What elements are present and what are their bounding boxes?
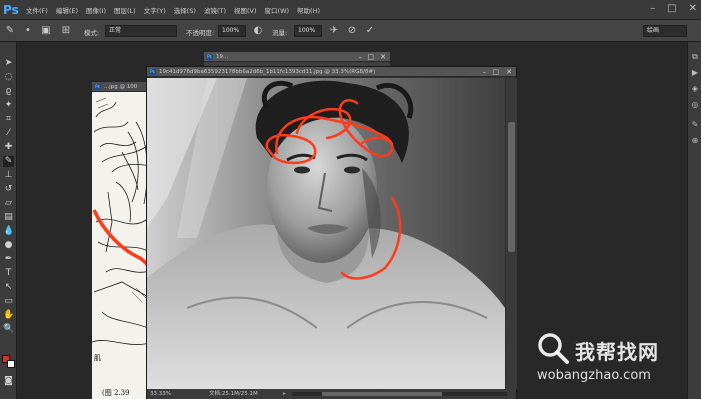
minimize-icon[interactable]: – [359, 52, 363, 62]
document-info: 文档:25.1M/25.1M [209, 391, 258, 397]
document-title-bar[interactable]: Ps 19c41d976d9ba635923178bb6a2d6b_1b11fc… [147, 67, 516, 77]
menu-type[interactable]: 文字(Y) [144, 5, 166, 15]
menu-bar: Ps 文件(F) 编辑(E) 图像(I) 图层(L) 文字(Y) 选择(S) 滤… [0, 0, 701, 20]
horizontal-scrollbar[interactable] [292, 392, 507, 396]
eyedropper-tool-icon[interactable]: ⁄ [3, 128, 14, 139]
portrait-photo [147, 78, 505, 389]
pressure-size-icon[interactable]: ✓ [364, 25, 376, 37]
channels-panel-icon[interactable]: ◎ [690, 100, 700, 110]
flow-label: 流量: [272, 29, 288, 37]
pressure-opacity-icon[interactable]: ◐ [252, 25, 264, 37]
status-bar: 33.33% 文档:25.1M/25.1M ▸ [147, 389, 516, 399]
blur-tool-icon[interactable]: 💧 [3, 226, 14, 237]
shape-tool-icon[interactable]: ▭ [3, 296, 14, 307]
brush-preset-icon[interactable]: ✎ [4, 25, 16, 37]
clone-stamp-tool-icon[interactable]: ⊥ [3, 170, 14, 181]
watermark-domain: wobangzhao.com [537, 368, 651, 383]
document-title: 19c41d976d9ba635923178bb6a2d6b_1b11fc139… [159, 69, 376, 75]
menu-file[interactable]: 文件(F) [26, 5, 48, 15]
quick-select-tool-icon[interactable]: ✦ [3, 100, 14, 111]
vertical-scrollbar[interactable] [506, 78, 517, 389]
anatomy-sketch-image: 肌 (图 2.39 [92, 92, 154, 399]
path-select-tool-icon[interactable]: ↖ [3, 282, 14, 293]
brush-size-icon[interactable]: • [22, 25, 34, 37]
opacity-label: 不透明度: [186, 29, 215, 37]
restore-icon[interactable]: □ [667, 3, 676, 14]
photoshop-logo: Ps [3, 3, 19, 17]
ps-document-icon: Ps [94, 84, 101, 90]
magnifier-icon [538, 333, 569, 364]
ps-document-icon: Ps [149, 69, 156, 75]
brush-panel-icon-right[interactable]: ✎ [690, 120, 700, 130]
menu-items: 文件(F) 编辑(E) 图像(I) 图层(L) 文字(Y) 选择(S) 滤镜(T… [26, 0, 320, 20]
document-title-bar[interactable]: Ps 19... [204, 52, 390, 62]
mode-select[interactable]: 正常 [105, 25, 177, 37]
anatomy-document-window[interactable]: Ps ...jpg @ 100 肌 (图 2.39 [92, 82, 154, 399]
flow-field[interactable]: 100% [294, 25, 322, 37]
actions-panel-icon[interactable]: ▶ [690, 68, 700, 78]
background-color-swatch[interactable] [7, 360, 15, 368]
brush-panel-icon[interactable]: ▣ [40, 25, 52, 37]
sample-icon[interactable]: ⊘ [346, 25, 358, 37]
menu-view[interactable]: 视图(V) [234, 5, 257, 15]
marquee-tool-icon[interactable]: ◌ [3, 72, 14, 83]
zoom-level[interactable]: 33.33% [150, 389, 171, 399]
opacity-field[interactable]: 100% [218, 25, 246, 37]
mode-label: 模式: [84, 29, 100, 37]
menu-filter[interactable]: 滤镜(T) [204, 5, 226, 15]
menu-edit[interactable]: 编辑(E) [56, 5, 78, 15]
menu-select[interactable]: 选择(S) [174, 5, 196, 15]
image-canvas[interactable] [147, 78, 505, 389]
eraser-tool-icon[interactable]: ▱ [3, 198, 14, 209]
pen-tool-icon[interactable]: ✒ [3, 254, 14, 265]
history-brush-tool-icon[interactable]: ↺ [3, 184, 14, 195]
dodge-tool-icon[interactable]: ● [3, 240, 14, 251]
hand-tool-icon[interactable]: ✋ [3, 310, 14, 321]
close-icon[interactable]: ✕ [689, 3, 697, 14]
minimize-icon[interactable]: – [650, 3, 655, 14]
restore-icon[interactable]: □ [367, 52, 374, 62]
anatomy-label: 肌 [94, 354, 101, 362]
gradient-tool-icon[interactable]: ▤ [3, 212, 14, 223]
zoom-tool-icon[interactable]: 🔍 [3, 324, 14, 335]
minimize-icon[interactable]: – [483, 67, 487, 77]
portrait-document-window[interactable]: Ps 19c41d976d9ba635923178bb6a2d6b_1b11fc… [146, 66, 517, 399]
scrollbar-thumb[interactable] [322, 392, 442, 396]
close-icon[interactable]: ✕ [506, 67, 512, 77]
crop-tool-icon[interactable]: ⌗ [3, 114, 14, 125]
watermark: 我帮找网 wobangzhao.com [535, 330, 695, 390]
menu-image[interactable]: 图像(I) [86, 5, 106, 15]
options-bar: ✎ • ▣ ⊞ 模式: 正常 不透明度: 100% ◐ 流量: 100% ✈ ⊘… [0, 20, 701, 42]
airbrush-icon[interactable]: ✈ [328, 25, 340, 37]
menu-help[interactable]: 帮助(H) [297, 5, 320, 15]
lasso-tool-icon[interactable]: ϱ [3, 86, 14, 97]
menu-window[interactable]: 窗口(W) [265, 5, 290, 15]
healing-tool-icon[interactable]: ✚ [3, 142, 14, 153]
clone-source-panel-icon[interactable]: ⊕ [690, 136, 700, 146]
ps-document-icon: Ps [206, 54, 213, 60]
window-controls: – □ ✕ [650, 3, 697, 14]
workspace-select[interactable]: 绘画 [643, 25, 687, 37]
menu-layer[interactable]: 图层(L) [114, 5, 136, 15]
figure-caption: (图 2.39 [102, 389, 130, 397]
tools-panel: ➤ ◌ ϱ ✦ ⌗ ⁄ ✚ ✎ ⊥ ↺ ▱ ▤ 💧 ● ✒ T ↖ ▭ ✋ 🔍 … [0, 42, 17, 399]
status-menu-arrow-icon[interactable]: ▸ [283, 389, 286, 399]
layers-panel-icon[interactable]: ◈ [690, 84, 700, 94]
close-icon[interactable]: ✕ [380, 52, 386, 62]
move-tool-icon[interactable]: ➤ [3, 58, 14, 69]
document-title: 19... [216, 54, 229, 60]
type-tool-icon[interactable]: T [3, 268, 14, 279]
watermark-text: 我帮找网 [575, 340, 659, 364]
document-title: ...jpg @ 100 [104, 84, 138, 90]
restore-icon[interactable]: □ [492, 67, 499, 77]
scrollbar-thumb[interactable] [508, 122, 515, 252]
document-title-bar[interactable]: Ps ...jpg @ 100 [92, 82, 154, 92]
clone-source-icon[interactable]: ⊞ [60, 25, 72, 37]
quick-mask-icon[interactable]: ◙ [3, 376, 14, 387]
history-panel-icon[interactable]: ⧉ [690, 52, 700, 62]
brush-tool-icon[interactable]: ✎ [3, 156, 14, 167]
